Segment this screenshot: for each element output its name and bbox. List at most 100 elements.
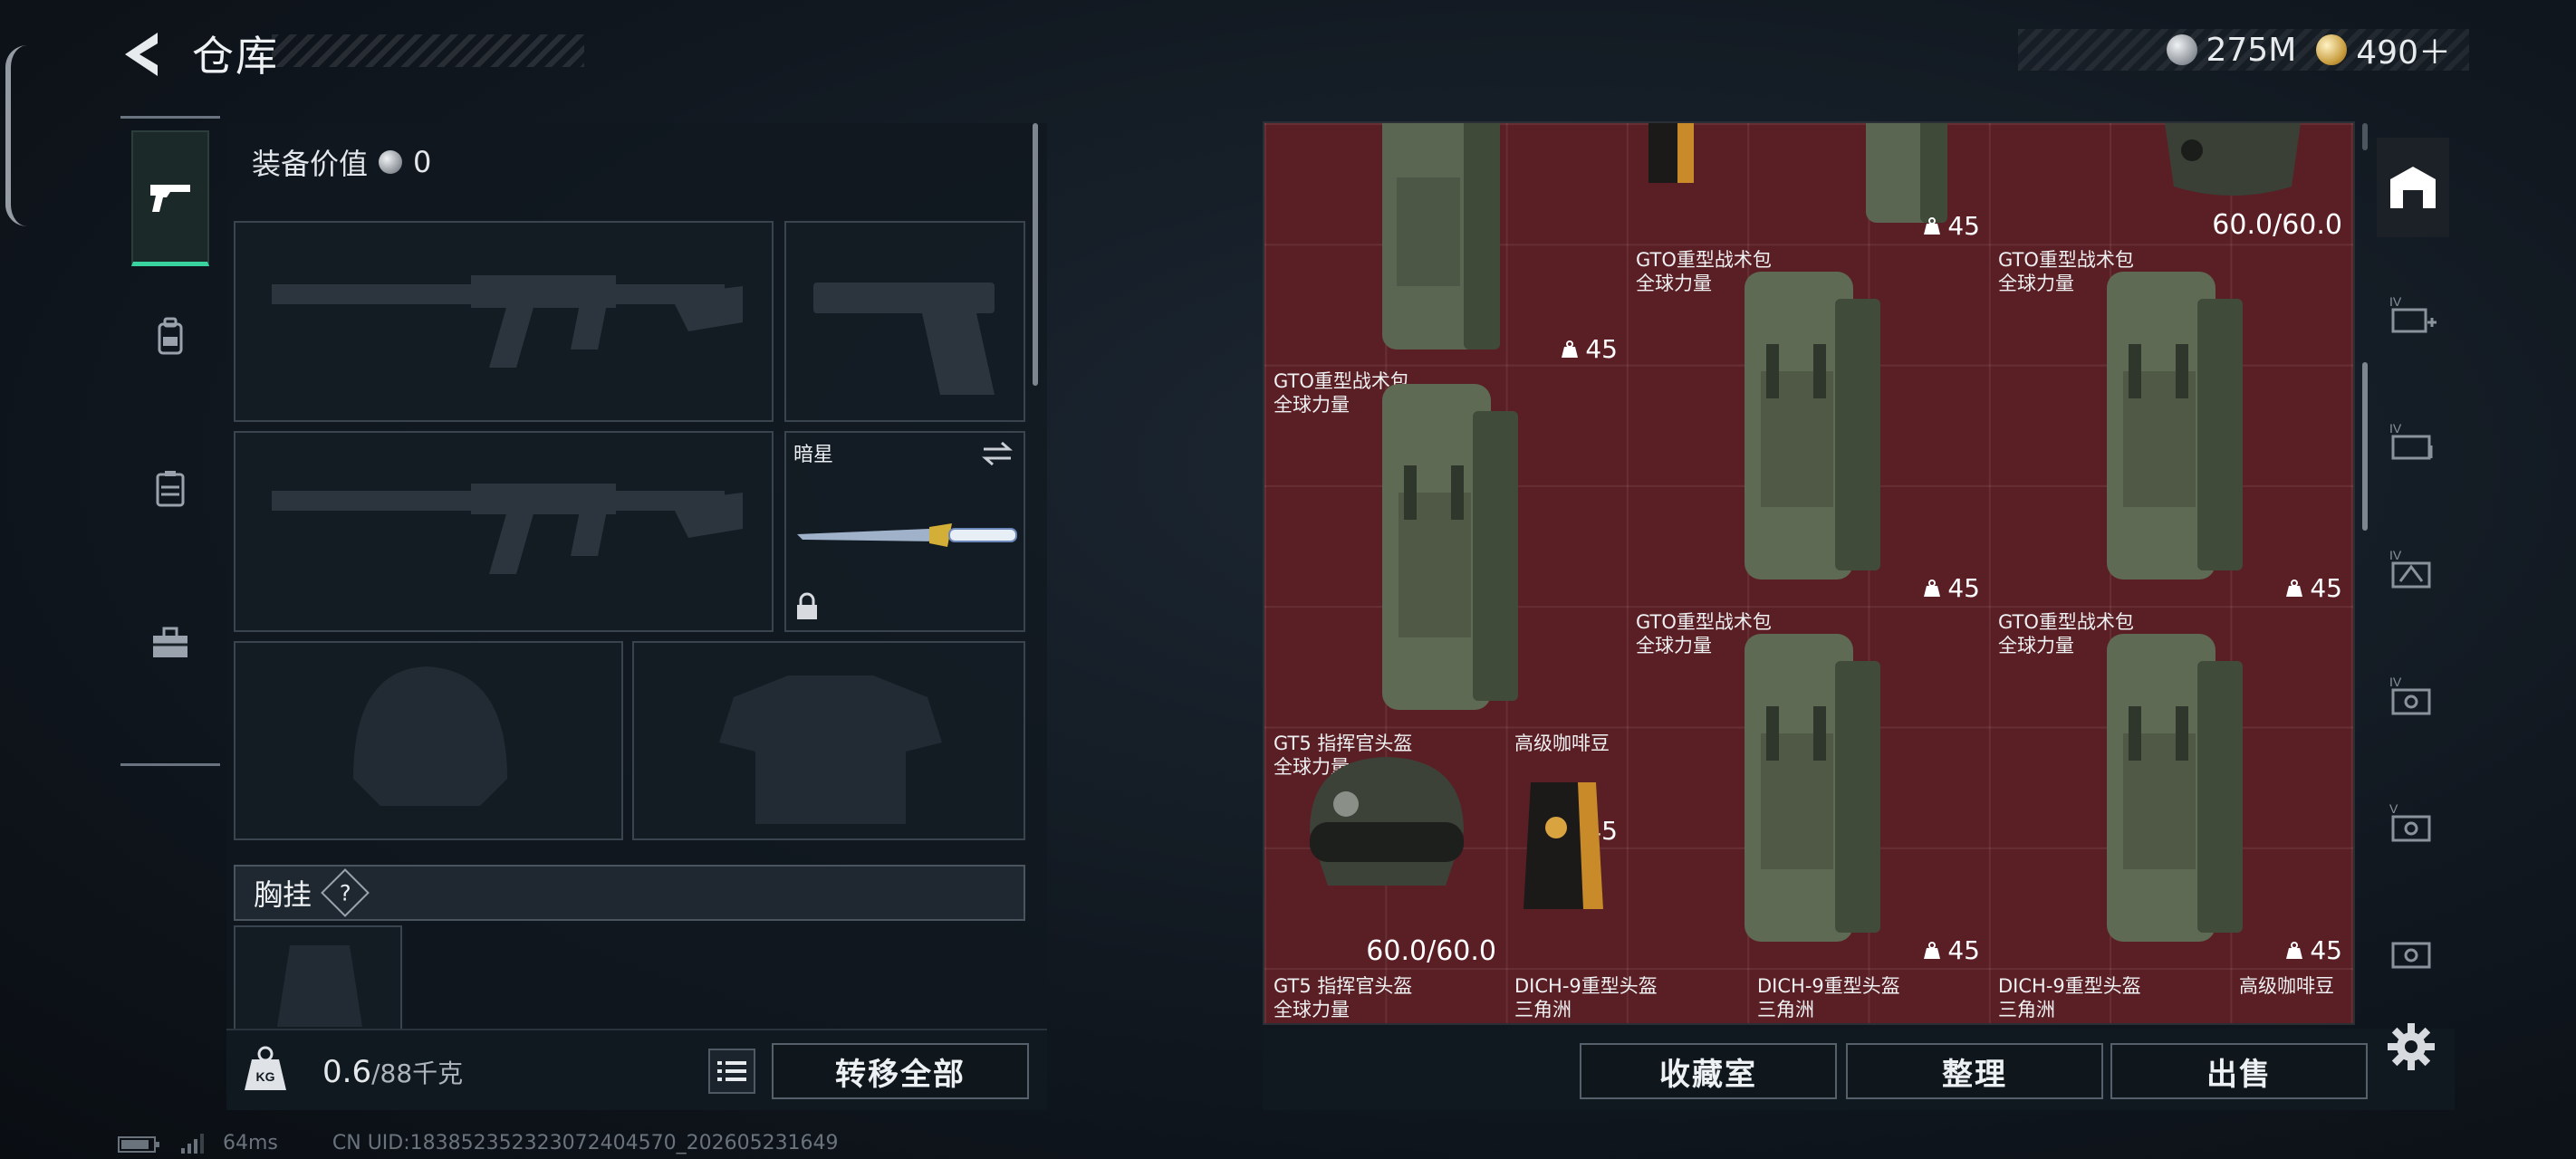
organize-button[interactable]: 整理 bbox=[1846, 1043, 2103, 1099]
currency-silver-value: 275M bbox=[2206, 31, 2297, 69]
device-icon: IV bbox=[2389, 675, 2431, 715]
slot-melee[interactable]: 暗星 bbox=[784, 431, 1025, 632]
status-footer: 64ms CN UID:18385235232307240457​0_20260… bbox=[118, 1132, 839, 1154]
backpack-icon bbox=[2107, 272, 2243, 580]
help-button[interactable]: ? bbox=[321, 868, 370, 917]
tab-gear[interactable] bbox=[131, 283, 209, 391]
warehouse-tabs: IV IV IV IV V bbox=[2371, 123, 2455, 1029]
crate-icon: IV bbox=[2389, 548, 2431, 589]
currency-bar: 275M 490＋ bbox=[2018, 26, 2469, 73]
backpack-icon bbox=[1745, 634, 1880, 942]
slot-primary-weapon[interactable] bbox=[234, 221, 774, 422]
slot-chest-rig[interactable] bbox=[234, 925, 402, 1029]
device-icon bbox=[2391, 942, 2431, 969]
slot-helmet[interactable] bbox=[234, 641, 623, 840]
signal-icon bbox=[181, 1133, 204, 1154]
svg-text:IV: IV bbox=[2389, 421, 2402, 436]
tab-warehouse-extra[interactable] bbox=[2377, 898, 2449, 998]
storage-scrollbar[interactable] bbox=[2362, 362, 2368, 531]
tab-warehouse-v-device[interactable]: V bbox=[2377, 771, 2449, 871]
list-view-button[interactable] bbox=[708, 1049, 755, 1094]
tab-warehouse-iv-files[interactable]: IV bbox=[2377, 391, 2449, 491]
storage-item[interactable]: DICH-9重型头盔 三角洲 bbox=[1989, 971, 2230, 1023]
category-tabs bbox=[120, 116, 220, 766]
folder-icon: IV bbox=[2389, 421, 2433, 460]
storage-item[interactable]: GT5 指挥官头盔 全球力量 60.0/60.0 bbox=[1264, 728, 1505, 971]
currency-gold[interactable]: 490＋ bbox=[2316, 26, 2451, 73]
tab-main-warehouse[interactable] bbox=[2377, 138, 2449, 237]
currency-silver[interactable]: 275M bbox=[2166, 31, 2297, 69]
slot-pistol[interactable] bbox=[784, 221, 1025, 422]
tab-vest[interactable] bbox=[131, 435, 209, 543]
storage-item[interactable]: GTO重型战术包 全球力量 45 bbox=[1989, 244, 2351, 607]
sell-button[interactable]: 出售 bbox=[2110, 1043, 2368, 1099]
storage-item[interactable]: DICH-9重型头盔 三角洲 bbox=[1748, 971, 1989, 1023]
coffee-bag-icon bbox=[1523, 782, 1603, 909]
tab-toolbox[interactable] bbox=[131, 589, 209, 697]
helmet-silhouette-icon bbox=[353, 666, 507, 806]
storage-item[interactable]: 60.0/60.0 bbox=[2110, 123, 2351, 244]
tab-weapons[interactable] bbox=[131, 130, 209, 266]
tab-warehouse-iv-box[interactable]: IV bbox=[2377, 518, 2449, 618]
weight-icon bbox=[2286, 941, 2303, 959]
chest-rig-silhouette-icon bbox=[277, 945, 362, 1027]
backpack-icon bbox=[1745, 272, 1880, 580]
item-durability: 60.0/60.0 bbox=[2212, 209, 2342, 241]
storage-item[interactable]: GTO重型战术包 全球力量 45 bbox=[1989, 607, 2351, 969]
knife-icon bbox=[797, 523, 1017, 547]
swap-icon[interactable] bbox=[980, 440, 1014, 471]
back-button[interactable] bbox=[118, 27, 172, 81]
storage-item[interactable] bbox=[1627, 123, 1748, 205]
storage-item[interactable]: 45 bbox=[1748, 123, 1989, 244]
storage-item[interactable]: GT5 指挥官头盔 全球力量 bbox=[1264, 971, 1505, 1023]
loadout-scrollbar[interactable] bbox=[1033, 123, 1038, 386]
silver-coin-icon bbox=[379, 150, 403, 174]
svg-text:IV: IV bbox=[2389, 294, 2402, 309]
equip-value: 装备价值 0 bbox=[252, 141, 431, 183]
backpack-icon bbox=[2107, 634, 2243, 942]
transfer-all-button[interactable]: 转移全部 bbox=[772, 1043, 1029, 1099]
pistol-silhouette-icon bbox=[813, 283, 995, 395]
backpack-icon bbox=[1382, 123, 1500, 350]
lock-icon bbox=[795, 592, 819, 625]
tab-warehouse-expand-iv-plus[interactable]: IV bbox=[2377, 264, 2449, 364]
storage-item[interactable]: 高级咖啡豆 bbox=[1505, 728, 1627, 971]
ping: 64ms bbox=[223, 1132, 278, 1154]
pistol-icon bbox=[150, 184, 190, 212]
collection-room-button[interactable]: 收藏室 bbox=[1580, 1043, 1837, 1099]
svg-text:IV: IV bbox=[2389, 675, 2402, 689]
weight-icon bbox=[1924, 216, 1941, 235]
item-weight: 45 bbox=[1560, 334, 1618, 364]
helmet-icon bbox=[1310, 757, 1464, 886]
storage-item[interactable]: DICH-9重型头盔 三角洲 bbox=[1505, 971, 1746, 1023]
coffee-bag-icon bbox=[1648, 123, 1694, 183]
storage-item[interactable]: 高级咖啡豆 bbox=[2230, 971, 2353, 1023]
chest-rig-label: 胸挂 bbox=[254, 877, 312, 912]
item-weight: 45 bbox=[2284, 573, 2342, 603]
storage-item[interactable]: GTO重型战术包 全球力量 45 bbox=[1627, 244, 1989, 607]
storage-grid[interactable]: 45 45 60.0/60.0 GTO重型战术包 全球力量 45 GTO重型战术… bbox=[1263, 121, 2355, 1025]
title-decoration bbox=[272, 34, 584, 67]
slot-armor[interactable] bbox=[632, 641, 1025, 840]
backpack-icon bbox=[158, 317, 183, 355]
currency-gold-value: 490＋ bbox=[2356, 34, 2451, 72]
svg-text:V: V bbox=[2389, 801, 2398, 816]
storage-item[interactable]: GTO重型战术包 全球力量 45 bbox=[1627, 607, 1989, 969]
item-weight: 45 bbox=[1922, 573, 1980, 603]
edge-decoration bbox=[5, 45, 27, 226]
backpack-icon bbox=[1382, 384, 1518, 710]
rifle-silhouette-icon bbox=[272, 484, 743, 574]
storage-item[interactable]: 45 bbox=[1264, 123, 1627, 366]
list-icon bbox=[717, 1061, 746, 1081]
settings-button[interactable] bbox=[2384, 1020, 2438, 1074]
weight-icon bbox=[1924, 941, 1941, 959]
tab-warehouse-iv-device[interactable]: IV bbox=[2377, 645, 2449, 744]
expand-storage-icon: IV bbox=[2389, 294, 2437, 333]
item-durability: 60.0/60.0 bbox=[1366, 935, 1496, 967]
weight-readout: 0.6/88千克 bbox=[322, 1054, 463, 1090]
vest-icon bbox=[156, 471, 185, 507]
melee-name: 暗星 bbox=[793, 444, 834, 466]
weight-max: /88千克 bbox=[371, 1058, 464, 1088]
slot-secondary-weapon[interactable] bbox=[234, 431, 774, 632]
storage-scroll-track bbox=[2362, 123, 2368, 150]
